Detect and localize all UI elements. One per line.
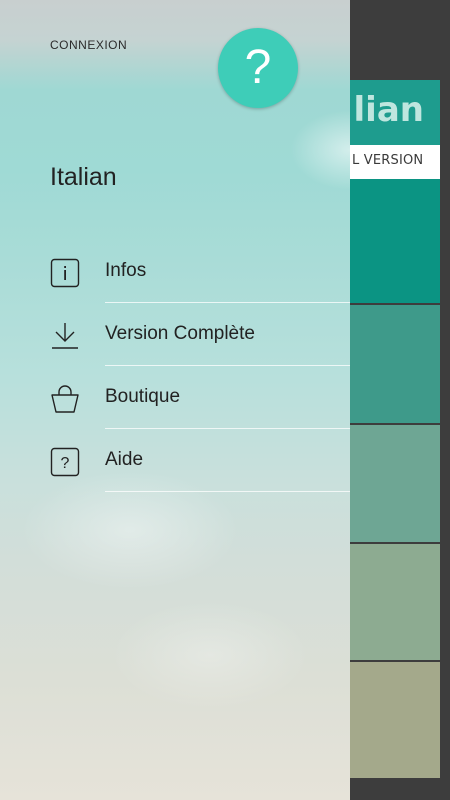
menu-item-label: Infos — [105, 260, 147, 281]
menu-item-label: Aide — [105, 449, 144, 470]
navigation-drawer: CONNEXION ? Italian Infos Version Complè… — [0, 0, 350, 800]
menu-item-shop[interactable]: Boutique — [0, 366, 350, 429]
login-link[interactable]: CONNEXION — [50, 38, 127, 52]
download-icon — [50, 321, 80, 351]
background-title: lian — [353, 90, 424, 130]
menu-item-help[interactable]: ? Aide — [0, 429, 350, 492]
menu-item-label: Boutique — [105, 386, 181, 407]
help-icon: ? — [50, 447, 80, 477]
menu-item-infos[interactable]: Infos — [0, 240, 350, 303]
menu-divider — [105, 491, 350, 492]
svg-text:?: ? — [61, 455, 70, 472]
menu-item-label: Version Complète — [105, 323, 255, 344]
course-title: Italian — [50, 163, 117, 191]
shopping-bag-icon — [50, 384, 80, 414]
background-blur-highlight — [290, 110, 350, 190]
menu-item-full-version[interactable]: Version Complète — [0, 303, 350, 366]
info-icon — [50, 258, 80, 288]
background-blur-highlight — [110, 600, 310, 710]
question-mark-icon: ? — [244, 41, 272, 94]
drawer-menu: Infos Version Complète Boutique ? Aide — [0, 240, 350, 492]
help-button[interactable]: ? — [218, 28, 298, 108]
background-version-label: L VERSION — [352, 153, 424, 168]
